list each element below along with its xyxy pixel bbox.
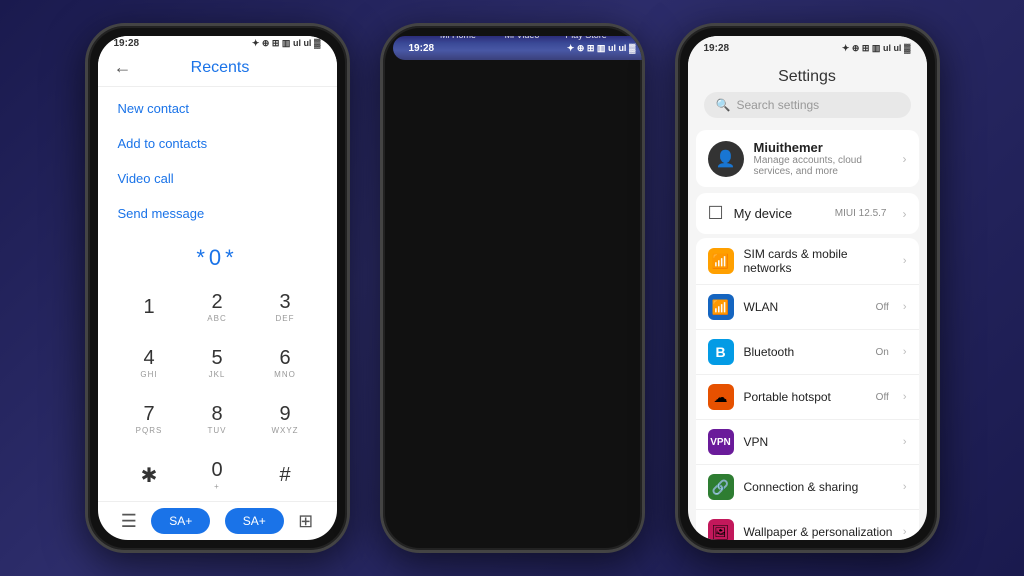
mi-home-label: Mi Home	[440, 36, 476, 40]
video-call-action[interactable]: Video call	[98, 161, 337, 196]
wlan-chevron-icon: ›	[903, 301, 907, 313]
bluetooth-icon: B	[708, 339, 734, 365]
connection-chevron-icon: ›	[903, 481, 907, 493]
dial-key-star[interactable]: ✱	[117, 449, 181, 501]
settings-header: Settings 🔍 Search settings	[688, 60, 927, 124]
status-icons-phone1: ✦ ⊕ ⊞ ▥ ul ul ▓	[252, 38, 321, 49]
phone1-actions: New contact Add to contacts Video call S…	[98, 87, 337, 235]
connection-sharing-icon: 🔗	[708, 474, 734, 500]
app-mi-video[interactable]: ▶ Mi Video	[500, 36, 544, 40]
hotspot-value: Off	[876, 392, 889, 403]
device-chevron-icon: ›	[903, 207, 907, 221]
profile-info: Miuithemer Manage accounts, cloud servic…	[754, 140, 893, 177]
dialpad-area: *0* 1 2ABC 3DEF 4GHI 5JKL 6MNO 7PQRS 8TU…	[98, 235, 337, 501]
dial-key-3[interactable]: 3DEF	[253, 281, 317, 333]
settings-item-wlan[interactable]: 📶 WLAN Off ›	[696, 285, 919, 330]
settings-item-bluetooth[interactable]: B Bluetooth On ›	[696, 330, 919, 375]
hotspot-label: Portable hotspot	[744, 390, 866, 404]
status-bar-phone3: 19:28 ✦ ⊕ ⊞ ▥ ul ul ▓	[688, 36, 927, 60]
settings-item-sim[interactable]: 📶 SIM cards & mobile networks ›	[696, 238, 919, 285]
dial-key-9[interactable]: 9WXYZ	[253, 393, 317, 445]
phone2-screen: 19:28 ✦ ⊕ ⊞ ▥ ul ul ▓ 🧗 Miuithemer ⏺	[393, 36, 645, 60]
dial-key-8[interactable]: 8TUV	[185, 393, 249, 445]
vpn-icon: VPN	[708, 429, 734, 455]
dial-input-display: *0*	[196, 245, 237, 271]
profile-avatar: 👤	[708, 141, 744, 177]
app-row-2: M Mi Home ▶ Mi Video ▶ Play Store	[401, 36, 644, 40]
app-mi-home[interactable]: M Mi Home	[436, 36, 480, 40]
dialpad-grid: 1 2ABC 3DEF 4GHI 5JKL 6MNO 7PQRS 8TUV 9W…	[117, 281, 317, 501]
sim-chevron-icon: ›	[903, 255, 907, 267]
phone1-header: ← Recents	[98, 51, 337, 87]
search-icon: 🔍	[716, 98, 731, 112]
dial-key-6[interactable]: 6MNO	[253, 337, 317, 389]
phone1-screen: 19:28 ✦ ⊕ ⊞ ▥ ul ul ▓ ← Recents New cont…	[98, 36, 337, 540]
hotspot-chevron-icon: ›	[903, 391, 907, 403]
app-dock: ⏺ ScreenRecorder ⬇ Downloads 📁 FileManag…	[393, 36, 645, 60]
settings-profile[interactable]: 👤 Miuithemer Manage accounts, cloud serv…	[696, 130, 919, 187]
connection-sharing-label: Connection & sharing	[744, 480, 893, 494]
wlan-icon: 📶	[708, 294, 734, 320]
phone3-screen: 19:28 ✦ ⊕ ⊞ ▥ ul ul ▓ Settings 🔍 Search …	[688, 36, 927, 540]
bluetooth-label: Bluetooth	[744, 345, 866, 359]
dial-key-hash[interactable]: #	[253, 449, 317, 501]
settings-search-box[interactable]: 🔍 Search settings	[704, 92, 911, 118]
wlan-value: Off	[876, 302, 889, 313]
search-placeholder: Search settings	[736, 98, 819, 112]
new-contact-action[interactable]: New contact	[98, 91, 337, 126]
profile-chevron-icon: ›	[903, 152, 907, 166]
settings-title: Settings	[704, 68, 911, 86]
dial-key-7[interactable]: 7PQRS	[117, 393, 181, 445]
dial-key-0[interactable]: 0+	[185, 449, 249, 501]
sim-icon: 📶	[708, 248, 734, 274]
wlan-label: WLAN	[744, 300, 866, 314]
time-phone1: 19:28	[114, 38, 140, 49]
sa-button-1[interactable]: SA+	[151, 508, 210, 534]
vpn-chevron-icon: ›	[903, 436, 907, 448]
settings-body: 👤 Miuithemer Manage accounts, cloud serv…	[688, 124, 927, 540]
device-version: MIUI 12.5.7	[835, 208, 887, 219]
hotspot-icon: ☁	[708, 384, 734, 410]
status-icons-phone3: ✦ ⊕ ⊞ ▥ ul ul ▓	[842, 43, 911, 54]
my-device-row[interactable]: ☐ My device MIUI 12.5.7 ›	[696, 193, 919, 234]
bluetooth-chevron-icon: ›	[903, 346, 907, 358]
profile-desc: Manage accounts, cloud services, and mor…	[754, 155, 893, 177]
bluetooth-value: On	[875, 347, 888, 358]
settings-item-connection-sharing[interactable]: 🔗 Connection & sharing ›	[696, 465, 919, 510]
settings-item-wallpaper[interactable]: 🖼 Wallpaper & personalization ›	[696, 510, 919, 540]
device-label: My device	[734, 206, 825, 221]
status-bar-phone1: 19:28 ✦ ⊕ ⊞ ▥ ul ul ▓	[98, 36, 337, 51]
wallpaper-chevron-icon: ›	[903, 526, 907, 538]
wallpaper-icon: 🖼	[708, 519, 734, 540]
menu-icon[interactable]: ☰	[121, 511, 137, 532]
wallpaper-label: Wallpaper & personalization	[744, 525, 893, 539]
dial-key-2[interactable]: 2ABC	[185, 281, 249, 333]
vpn-label: VPN	[744, 435, 893, 449]
profile-name: Miuithemer	[754, 140, 893, 155]
play-store-label: Play Store	[565, 36, 607, 40]
dial-key-1[interactable]: 1	[117, 281, 181, 333]
dial-key-5[interactable]: 5JKL	[185, 337, 249, 389]
recents-title: Recents	[144, 59, 297, 77]
keypad-icon[interactable]: ⊞	[298, 511, 313, 532]
app-play-store[interactable]: ▶ Play Store	[564, 36, 608, 40]
settings-item-vpn[interactable]: VPN VPN ›	[696, 420, 919, 465]
phone-settings: 19:28 ✦ ⊕ ⊞ ▥ ul ul ▓ Settings 🔍 Search …	[675, 23, 940, 553]
dialpad-bottom-bar: ☰ SA+ SA+ ⊞	[98, 501, 337, 540]
dial-key-4[interactable]: 4GHI	[117, 337, 181, 389]
mi-video-label: Mi Video	[505, 36, 540, 40]
device-icon: ☐	[708, 203, 724, 224]
sa-button-2[interactable]: SA+	[225, 508, 284, 534]
phone-recents: 19:28 ✦ ⊕ ⊞ ▥ ul ul ▓ ← Recents New cont…	[85, 23, 350, 553]
send-message-action[interactable]: Send message	[98, 196, 337, 231]
phone-home: 19:28 ✦ ⊕ ⊞ ▥ ul ul ▓ 🧗 Miuithemer ⏺	[380, 23, 645, 553]
settings-section-connectivity: 📶 SIM cards & mobile networks › 📶 WLAN O…	[696, 238, 919, 540]
settings-item-hotspot[interactable]: ☁ Portable hotspot Off ›	[696, 375, 919, 420]
time-phone3: 19:28	[704, 43, 730, 54]
add-contacts-action[interactable]: Add to contacts	[98, 126, 337, 161]
sim-label: SIM cards & mobile networks	[744, 247, 893, 275]
back-arrow-icon[interactable]: ←	[114, 57, 132, 78]
